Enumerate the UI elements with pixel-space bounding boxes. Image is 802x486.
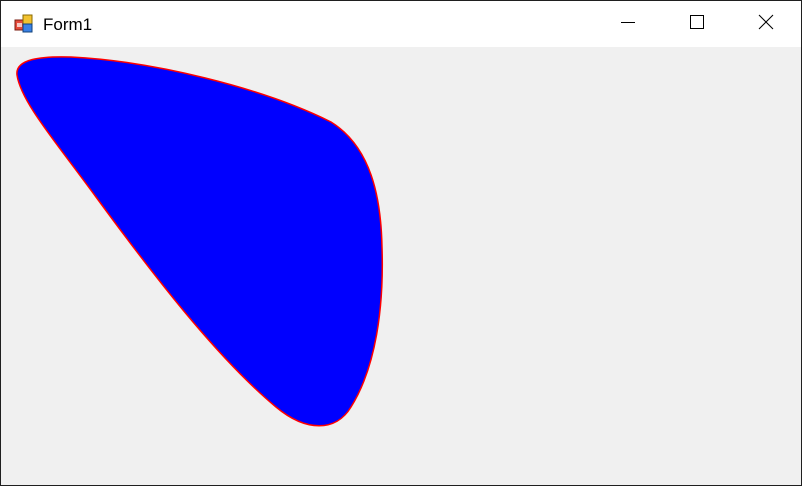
maximize-button[interactable] xyxy=(662,1,732,47)
close-icon xyxy=(758,14,774,35)
maximize-icon xyxy=(689,14,705,35)
drawn-shape-canvas xyxy=(16,56,384,427)
title-bar[interactable]: Form1 xyxy=(1,1,801,47)
form-window: Form1 xyxy=(0,0,802,486)
form-client-area xyxy=(1,47,801,485)
filled-curve-shape xyxy=(16,56,384,427)
app-form-icon xyxy=(14,14,34,34)
minimize-icon xyxy=(620,14,636,35)
minimize-button[interactable] xyxy=(593,1,663,47)
window-title: Form1 xyxy=(43,15,93,34)
close-button[interactable] xyxy=(731,1,801,47)
